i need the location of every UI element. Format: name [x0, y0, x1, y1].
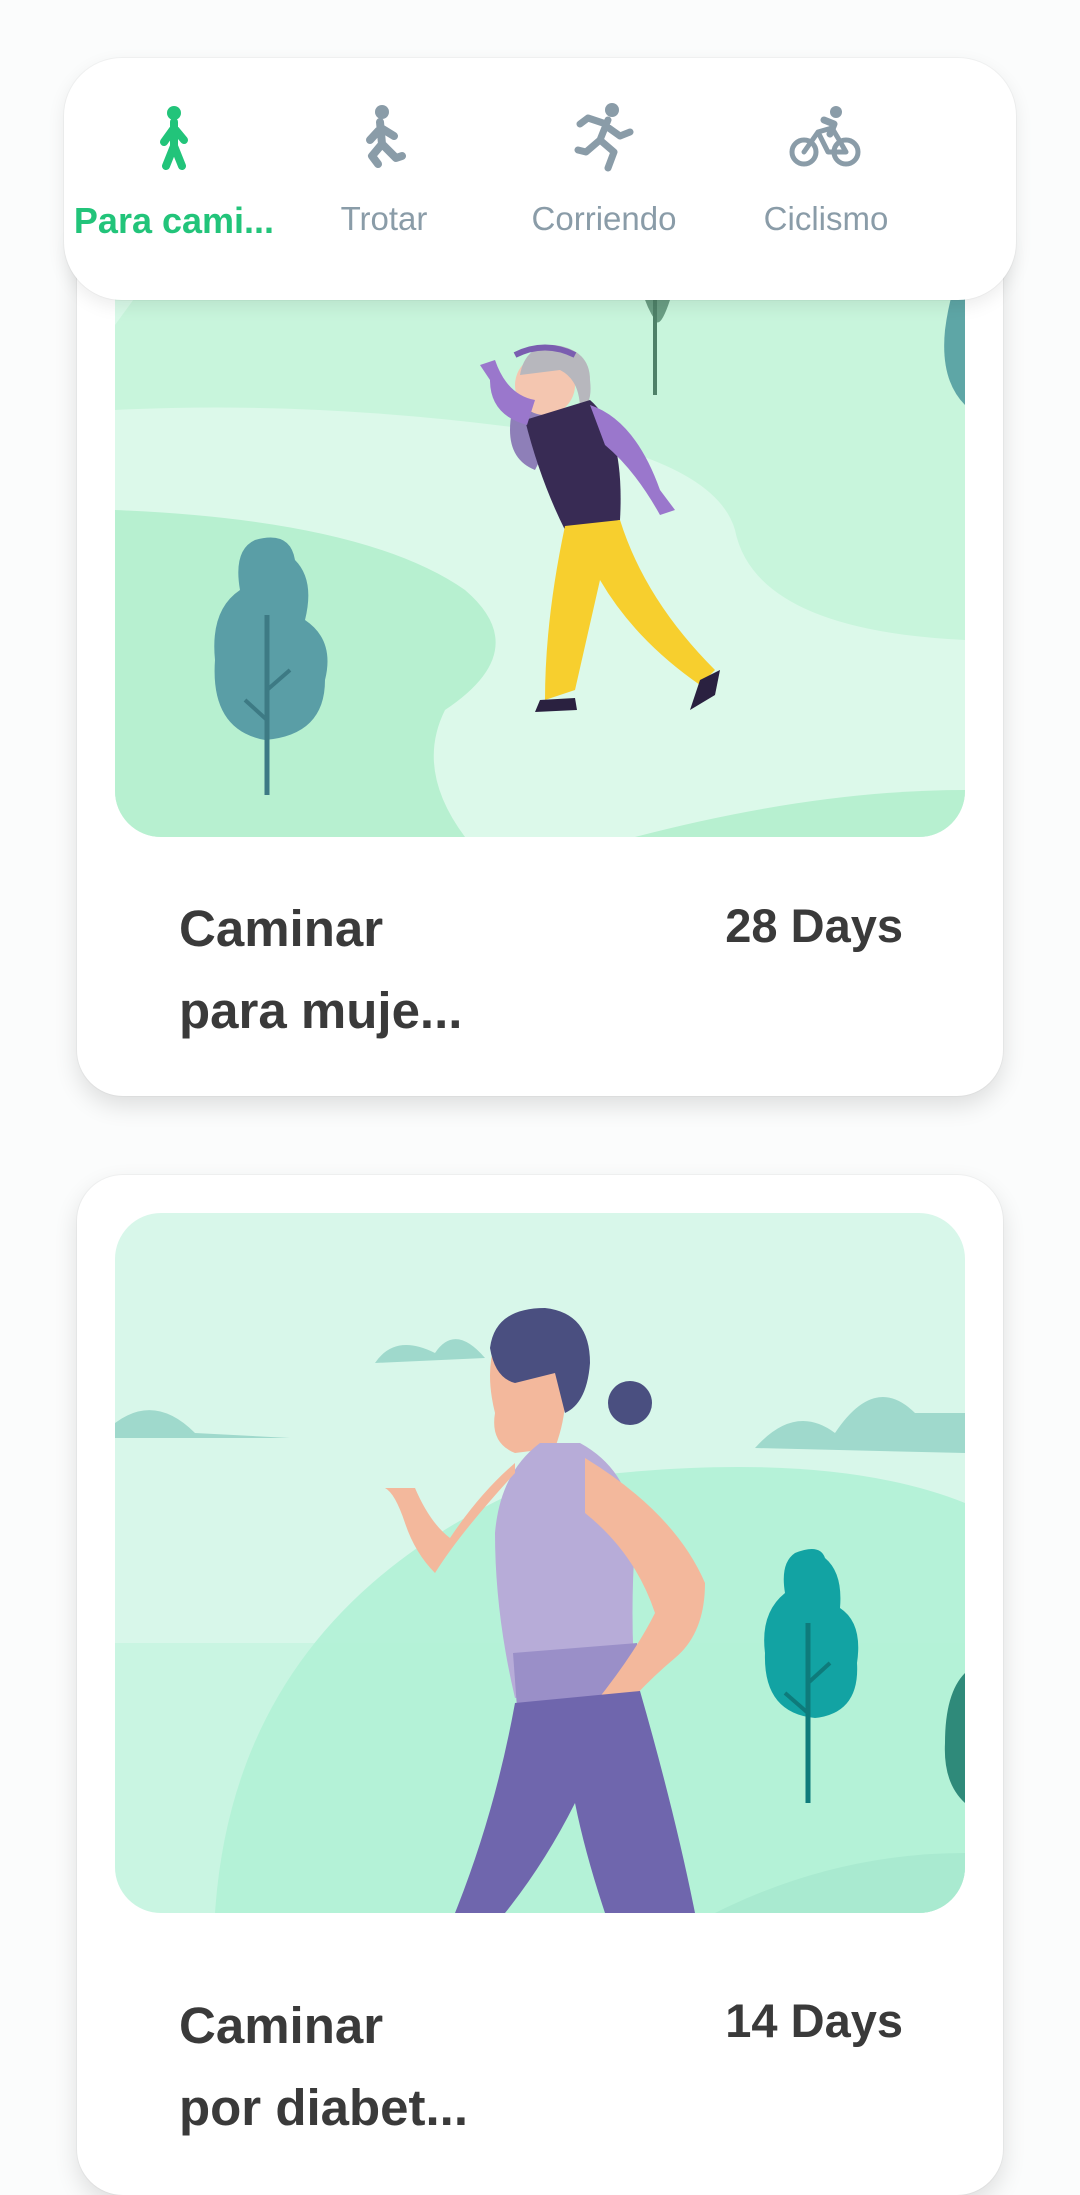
plan-card-diabetes-walking[interactable]: Caminar por diabet... 14 Days: [77, 1175, 1003, 2195]
tab-label: Para cami...: [73, 200, 275, 241]
cycling-icon: [786, 98, 866, 178]
tab-running[interactable]: Corriendo: [494, 98, 714, 268]
tab-walking[interactable]: Para cami...: [64, 98, 284, 268]
plan-card-women-walking[interactable]: Caminar para muje... 28 Days: [77, 230, 1003, 1096]
running-icon: [564, 98, 644, 178]
tab-cycling[interactable]: Ciclismo: [716, 98, 936, 268]
plan-title: Caminar para muje...: [179, 888, 462, 1052]
walking-icon: [134, 98, 214, 178]
tab-label: Corriendo: [531, 200, 677, 237]
plan-title-line1: Caminar: [179, 900, 384, 957]
activity-tab-bar: Para cami... Trotar Corriendo Ciclismo: [64, 58, 1016, 300]
woman-walking-illustration: [115, 1213, 965, 1913]
plan-duration: 14 Days: [725, 1994, 903, 2047]
tab-label: Trotar: [340, 200, 428, 237]
plan-title-line1: Caminar: [179, 1997, 384, 2054]
plan-title: Caminar por diabet...: [179, 1985, 468, 2149]
plan-title-line2: para muje...: [179, 982, 463, 1039]
jogging-icon: [344, 98, 424, 178]
tab-label: Ciclismo: [763, 200, 889, 237]
plan-duration: 28 Days: [725, 899, 903, 952]
plan-title-line2: por diabet...: [179, 2079, 469, 2136]
elderly-woman-walking-illustration: [115, 230, 965, 837]
tab-jogging[interactable]: Trotar: [274, 98, 494, 268]
